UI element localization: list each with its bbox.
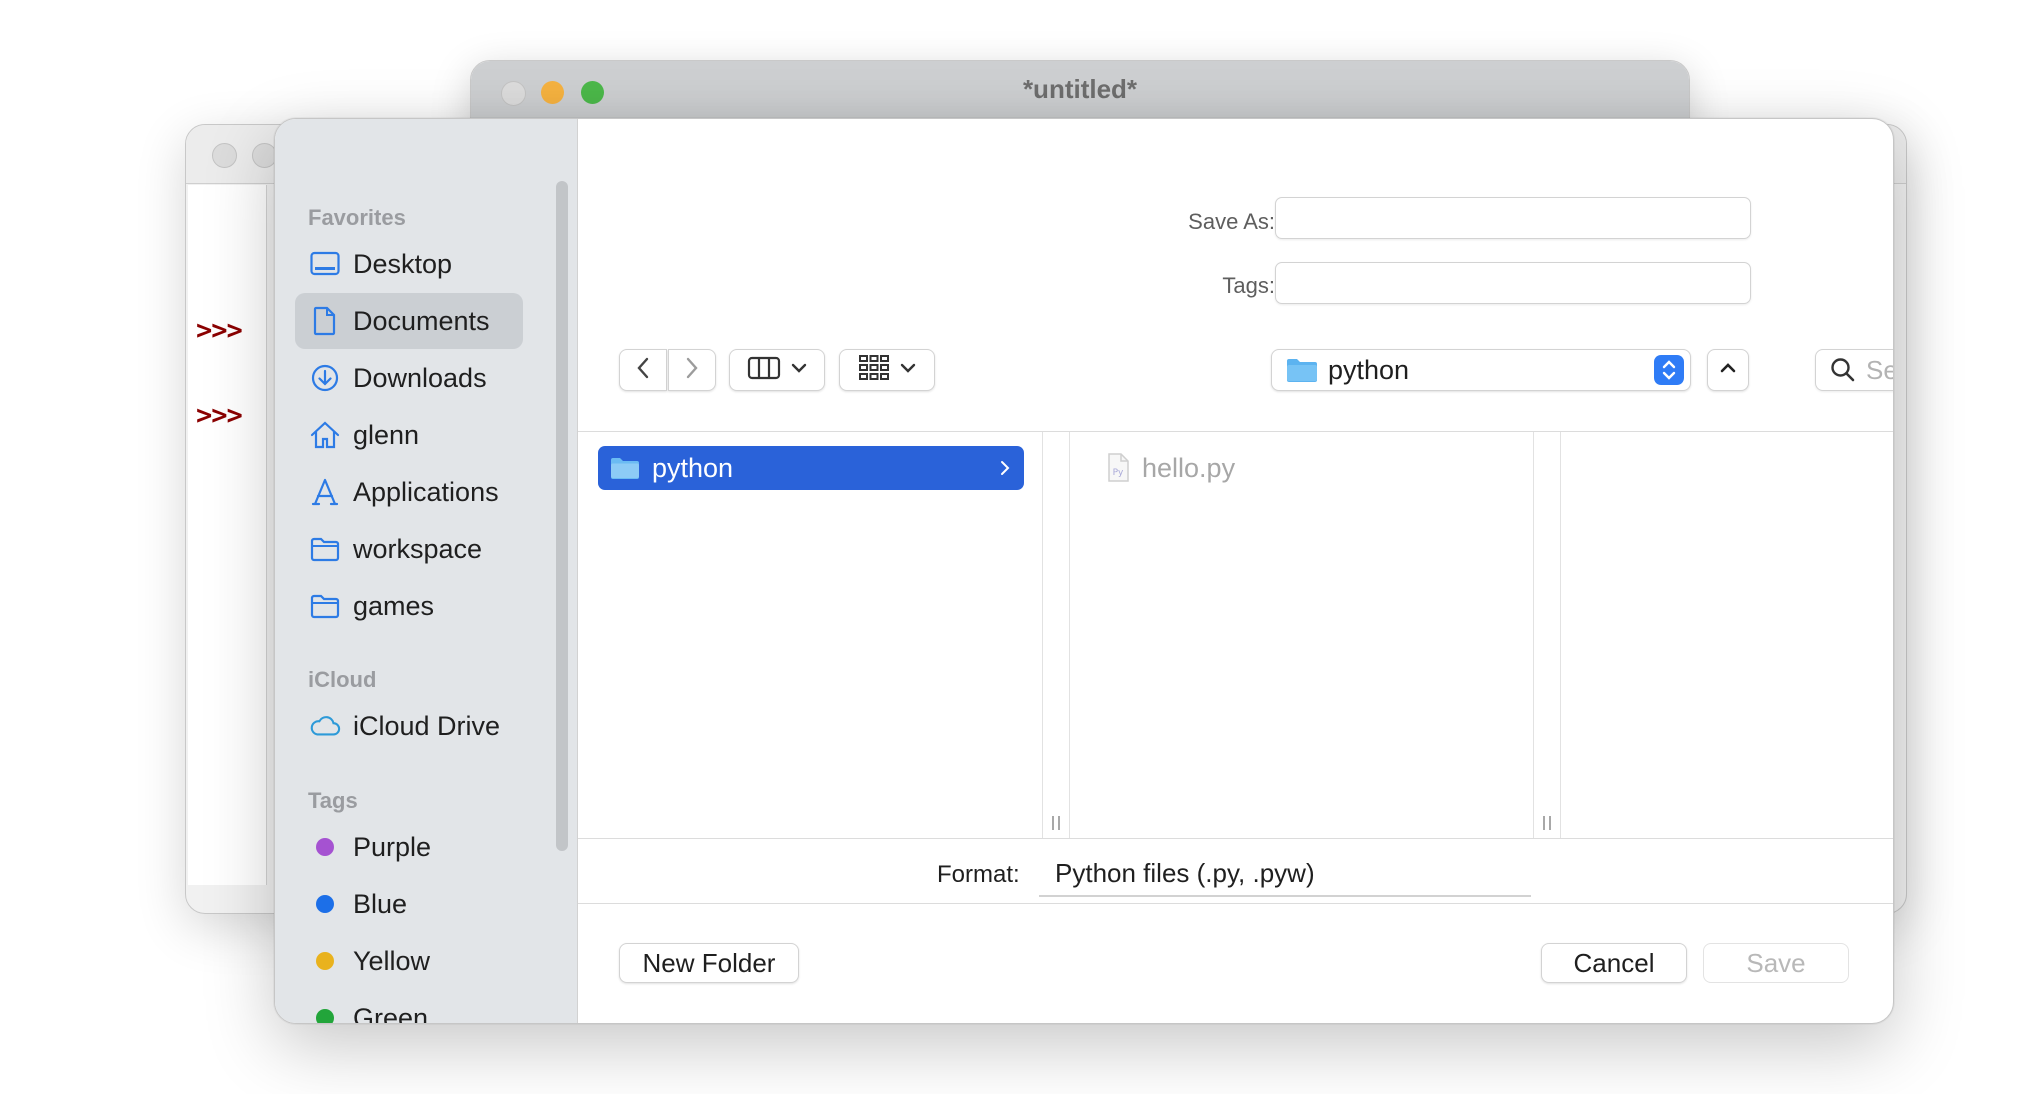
svg-text:Py: Py xyxy=(1113,468,1124,478)
chevron-down-icon xyxy=(791,361,807,379)
format-select[interactable]: Python files (.py, .pyw) xyxy=(1039,851,1531,897)
chevron-right-icon xyxy=(685,357,699,384)
sidebar-item-games[interactable]: games xyxy=(295,578,523,634)
stepper-icon xyxy=(1654,355,1684,385)
save-as-field[interactable] xyxy=(1275,197,1751,239)
location-popup[interactable]: python xyxy=(1271,349,1691,391)
sidebar-item-icloud-drive[interactable]: iCloud Drive xyxy=(295,698,523,754)
sidebar-item-workspace[interactable]: workspace xyxy=(295,521,523,577)
list-item[interactable]: python xyxy=(598,446,1024,490)
grid-icon xyxy=(858,354,890,387)
folder-icon xyxy=(309,590,341,622)
home-icon xyxy=(309,419,341,451)
search-icon xyxy=(1830,357,1856,383)
save-dialog: Favorites Desktop Documents Downloads gl… xyxy=(274,118,1894,1024)
new-folder-label: New Folder xyxy=(642,947,776,978)
sidebar-item-downloads[interactable]: Downloads xyxy=(295,350,523,406)
forward-button[interactable] xyxy=(668,349,716,391)
folder-name: python xyxy=(652,452,734,483)
applications-icon xyxy=(309,476,341,508)
icloud-heading: iCloud xyxy=(308,667,377,692)
sidebar-item-label: glenn xyxy=(353,419,420,450)
back-button[interactable] xyxy=(619,349,667,391)
sidebar-tag-purple[interactable]: Purple xyxy=(295,819,523,875)
sidebar-item-label: games xyxy=(353,590,435,621)
desktop-icon xyxy=(309,248,341,280)
purple-tag-dot xyxy=(316,838,334,856)
title-bar: *untitled* xyxy=(471,61,1689,120)
save-label: Save xyxy=(1746,947,1806,978)
shell-text-area[interactable]: >>> >>> xyxy=(188,185,267,885)
column-resize-handle[interactable] xyxy=(1533,432,1561,838)
columns-view-icon xyxy=(747,356,781,385)
sidebar: Favorites Desktop Documents Downloads gl… xyxy=(275,119,578,1023)
sidebar-item-label: Blue xyxy=(353,888,408,919)
green-tag-dot xyxy=(316,1009,334,1023)
sidebar-item-glenn[interactable]: glenn xyxy=(295,407,523,463)
list-item: Py hello.py xyxy=(1106,446,1235,490)
view-mode-button[interactable] xyxy=(729,349,825,391)
chevron-left-icon xyxy=(636,357,650,384)
cancel-label: Cancel xyxy=(1573,947,1655,978)
divider xyxy=(578,903,1893,904)
sidebar-tag-green[interactable]: Green xyxy=(295,990,523,1024)
sidebar-item-label: iCloud Drive xyxy=(353,710,501,741)
chevron-down-icon xyxy=(900,361,916,379)
sidebar-item-documents[interactable]: Documents xyxy=(295,293,523,349)
favorites-heading: Favorites xyxy=(308,205,406,230)
sidebar-item-label: Downloads xyxy=(353,362,487,393)
sidebar-item-label: Desktop xyxy=(353,248,453,279)
sidebar-item-label: workspace xyxy=(353,533,483,564)
sidebar-item-applications[interactable]: Applications xyxy=(295,464,523,520)
folder-icon xyxy=(309,533,341,565)
sidebar-item-label: Purple xyxy=(353,831,432,862)
sidebar-scrollbar[interactable] xyxy=(556,181,568,851)
file-browser: python Py hello.py xyxy=(578,431,1893,839)
python-file-icon: Py xyxy=(1106,453,1130,483)
tags-field[interactable] xyxy=(1275,262,1751,304)
format-label: Format: xyxy=(937,861,1020,888)
shell-prompt: >>> xyxy=(196,400,243,431)
column-resize-handle[interactable] xyxy=(1042,432,1070,838)
document-icon xyxy=(309,305,341,337)
yellow-tag-dot xyxy=(316,952,334,970)
window-title: *untitled* xyxy=(1022,74,1138,104)
location-label: python xyxy=(1328,354,1410,385)
tags-heading: Tags xyxy=(308,788,358,813)
save-as-label: Save As: xyxy=(1188,209,1275,234)
sidebar-tag-blue[interactable]: Blue xyxy=(295,876,523,932)
group-by-button[interactable] xyxy=(839,349,935,391)
file-name: hello.py xyxy=(1142,452,1236,483)
sidebar-tag-yellow[interactable]: Yellow xyxy=(295,933,523,989)
download-icon xyxy=(309,362,341,394)
format-value: Python files (.py, .pyw) xyxy=(1055,857,1315,888)
search-placeholder: Search xyxy=(1866,354,1893,385)
cloud-icon xyxy=(309,710,341,742)
tags-label: Tags: xyxy=(1222,273,1275,298)
sidebar-item-label: Yellow xyxy=(353,945,431,976)
sidebar-item-label: Green xyxy=(353,1002,429,1024)
search-input[interactable]: Search xyxy=(1815,349,1893,391)
shell-close-button[interactable] xyxy=(212,143,237,168)
cancel-button[interactable]: Cancel xyxy=(1541,943,1687,983)
folder-icon xyxy=(1286,357,1318,383)
sidebar-item-desktop[interactable]: Desktop xyxy=(295,236,523,292)
sidebar-item-label: Applications xyxy=(353,476,499,507)
chevron-up-icon xyxy=(1719,361,1737,380)
chevron-right-icon xyxy=(1000,460,1010,476)
save-button[interactable]: Save xyxy=(1703,943,1849,983)
new-folder-button[interactable]: New Folder xyxy=(619,943,799,983)
shell-prompt: >>> xyxy=(196,315,243,346)
sidebar-item-label: Documents xyxy=(353,305,490,336)
blue-tag-dot xyxy=(316,895,334,913)
parent-folder-button[interactable] xyxy=(1707,349,1749,391)
folder-icon xyxy=(610,456,640,480)
